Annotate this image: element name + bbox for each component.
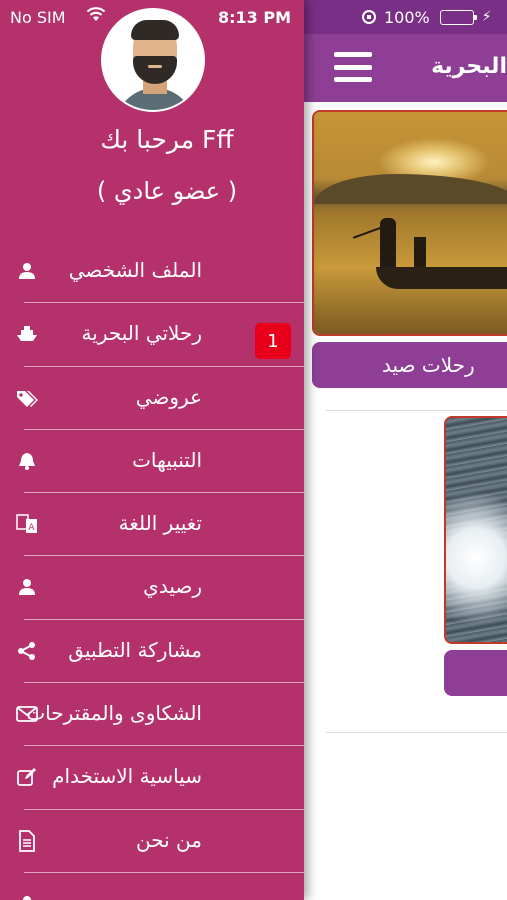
share-icon — [16, 640, 38, 662]
language-icon: A — [16, 513, 38, 535]
edit-icon — [16, 766, 38, 788]
menu-item-share-app[interactable]: مشاركة التطبيق — [0, 620, 304, 684]
bell-icon — [16, 450, 38, 472]
main-header: البحرية — [304, 34, 507, 102]
tags-icon — [16, 387, 38, 409]
battery-percent: 100% — [384, 7, 430, 27]
menu-item-label: عروضي — [135, 384, 202, 409]
menu-item-about-us[interactable]: من نحن — [0, 810, 304, 873]
fishing-trips-button[interactable]: رحلات صيد — [312, 342, 507, 388]
menu-item-usage-policy[interactable]: سياسية الاستخدام — [0, 746, 304, 810]
main-screen: 100% ⚡ البحرية رحلات صيد — [304, 0, 507, 900]
svg-text:A: A — [28, 523, 35, 533]
menu-item-label: التنبيهات — [132, 447, 202, 472]
menu-item-label: الملف الشخصي — [68, 258, 202, 282]
greeting-text: مرحبا بك Fff — [100, 125, 234, 154]
clock: 8:13 PM — [218, 8, 292, 27]
menu-item-complaints[interactable]: الشكاوى والمقترحات — [0, 683, 304, 747]
menu-item-label: مشاركة التطبيق — [68, 637, 202, 662]
carrier-label: No SIM — [10, 8, 66, 27]
orientation-lock-icon — [362, 10, 376, 24]
menu-item-label: رصيدي — [143, 574, 202, 599]
menu-item-my-offers[interactable]: عروضي — [0, 367, 304, 430]
side-drawer: No SIM 8:13 PM مرحبا بك Fff ( عضو عادي )… — [0, 0, 304, 900]
main-status-bar: 100% ⚡ — [304, 0, 507, 34]
header-title: البحرية — [431, 54, 507, 79]
charging-bolt-icon: ⚡ — [481, 9, 492, 25]
menu-item-partial[interactable] — [0, 873, 304, 900]
ship-icon — [16, 323, 38, 345]
user-icon — [16, 893, 38, 900]
divider — [326, 732, 507, 733]
divider — [326, 410, 507, 411]
user-icon — [16, 260, 38, 282]
drawer-menu: الملف الشخصي رحلاتي البحرية 1 عروضي التن… — [0, 240, 304, 900]
fishing-trip-image — [314, 112, 507, 334]
menu-item-label: من نحن — [136, 827, 202, 852]
user-icon — [16, 576, 38, 598]
trip-card-2[interactable] — [444, 416, 507, 644]
menu-item-my-sea-trips[interactable]: رحلاتي البحرية 1 — [0, 303, 304, 367]
menu-item-notifications[interactable]: التنبيهات — [0, 430, 304, 494]
menu-item-label: سياسية الاستخدام — [52, 764, 202, 789]
trip-card-2-button[interactable] — [444, 650, 507, 696]
hamburger-icon[interactable] — [334, 46, 372, 88]
menu-item-my-balance[interactable]: رصيدي — [0, 556, 304, 620]
envelope-icon — [16, 703, 38, 725]
menu-item-label: تغيير اللغة — [118, 511, 202, 536]
notification-badge: 1 — [255, 323, 291, 360]
member-type: ( عضو عادي ) — [96, 177, 238, 205]
wifi-icon — [86, 6, 106, 22]
menu-item-label: الشكاوى والمقترحات — [26, 701, 202, 726]
document-icon — [16, 829, 38, 852]
fishing-trip-card[interactable] — [312, 110, 507, 336]
menu-item-label: رحلاتي البحرية — [81, 321, 202, 346]
avatar[interactable] — [101, 8, 205, 112]
menu-item-change-language[interactable]: تغيير اللغة A — [0, 493, 304, 557]
menu-item-profile[interactable]: الملف الشخصي — [0, 240, 304, 304]
battery-icon — [439, 9, 477, 25]
